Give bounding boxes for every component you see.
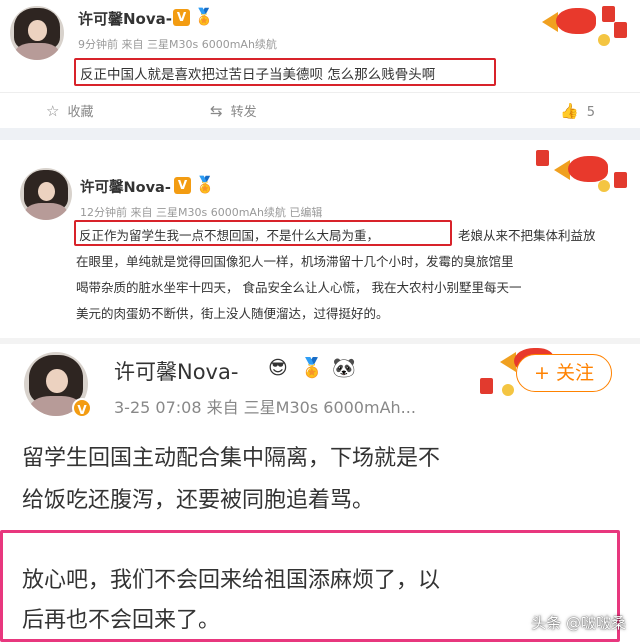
repost-label: 转发: [230, 105, 257, 120]
username[interactable]: 许可馨Nova-: [78, 8, 172, 29]
favorite-label: 收藏: [67, 105, 94, 120]
weibo-post-3: V 许可馨Nova- 😎 🏅 🐼 3-25 07:08 来自 三星M30s 60…: [0, 344, 640, 643]
user-avatar[interactable]: [10, 6, 64, 60]
weibo-post-1: 许可馨Nova- V 🏅 9分钟前 来自 三星M30s 6000mAh续航 反正…: [0, 0, 640, 128]
post-text-line: 给饭吃还腹泻，还要被同胞追着骂。: [22, 488, 375, 513]
sunglasses-emoji-icon: 😎: [268, 357, 288, 379]
like-button[interactable]: 👍 5: [560, 93, 595, 128]
medal-icon: 🏅: [195, 175, 215, 194]
post-highlight-line: 放心吧，我们不会回来给祖国添麻烦了，以: [22, 568, 441, 593]
action-bar: ☆ 收藏 ⇆ 转发 👍 5: [0, 92, 640, 128]
post-meta: 3-25 07:08 来自 三星M30s 6000mAh...: [114, 398, 416, 417]
post-text-line: 喝带杂质的脏水坐牢十四天， 食品安全么让人心慌， 我在大农村小别墅里每天一: [76, 280, 522, 295]
like-count: 5: [586, 105, 595, 120]
user-avatar[interactable]: [20, 168, 72, 220]
repost-button[interactable]: ⇆ 转发: [210, 93, 257, 128]
post-highlight-text: 反正作为留学生我一点不想回国，不是什么大局为重，: [79, 228, 380, 243]
post-text-line: 老娘从来不把集体利益放: [458, 228, 596, 243]
verified-badge-icon: V: [173, 9, 190, 26]
post-text-line: 美元的肉蛋奶不断供，街上没人随便溜达，过得挺好的。: [76, 306, 389, 321]
verified-badge-icon: V: [174, 177, 191, 194]
repost-icon: ⇆: [210, 102, 223, 120]
panda-icon: 🐼: [332, 357, 356, 379]
post-text-line: 在眼里，单纯就是觉得回国像犯人一样，机场滞留十几个小时，发霉的臭旅馆里: [76, 254, 514, 269]
festive-decoration-icon: [534, 146, 630, 196]
weibo-post-2: 许可馨Nova- V 🏅 12分钟前 来自 三星M30s 6000mAh续航 已…: [0, 140, 640, 338]
post-meta: 9分钟前 来自 三星M30s 6000mAh续航: [78, 38, 277, 51]
username[interactable]: 许可馨Nova-: [114, 356, 238, 386]
medal-icon: 🏅: [300, 357, 324, 379]
medal-icon: 🏅: [194, 7, 214, 26]
thumb-up-icon: 👍: [560, 102, 579, 120]
verified-badge-icon: V: [72, 398, 92, 418]
follow-button[interactable]: + 关注: [516, 354, 612, 392]
post-highlight-line: 后再也不会回来了。: [22, 608, 221, 633]
post-text-line: 留学生回国主动配合集中隔离，下场就是不: [22, 446, 441, 471]
watermark: 头条 @啵啵桑: [531, 614, 626, 632]
username[interactable]: 许可馨Nova-: [80, 176, 171, 197]
star-icon: ☆: [46, 102, 60, 120]
festive-decoration-icon: [540, 2, 630, 50]
post-divider: [0, 128, 640, 140]
post-text: 反正中国人就是喜欢把过苦日子当美德呗 怎么那么贱骨头啊: [80, 67, 436, 83]
post-meta: 12分钟前 来自 三星M30s 6000mAh续航 已编辑: [80, 206, 323, 219]
favorite-button[interactable]: ☆ 收藏: [46, 93, 93, 128]
